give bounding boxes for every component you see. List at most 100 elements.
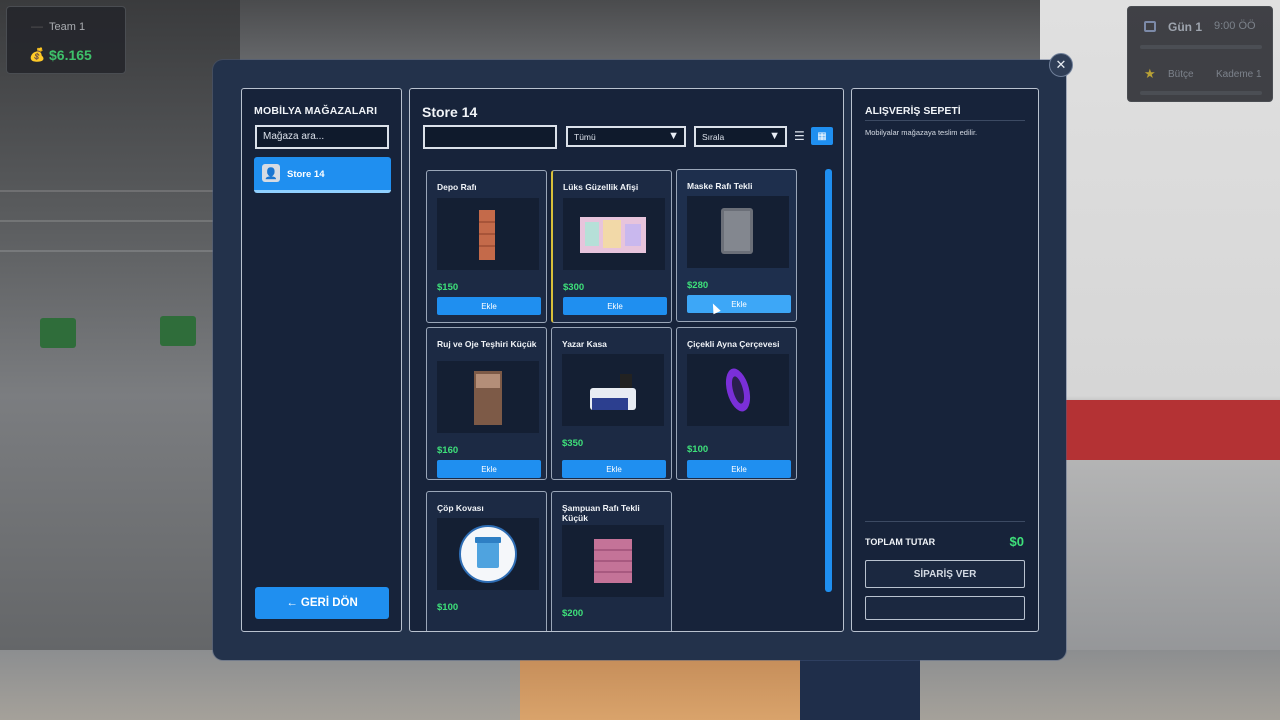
divider: [865, 120, 1025, 121]
product-card: Çiçekli Ayna Çerçevesi $100 Ekle: [676, 327, 797, 480]
budget-label: Bütçe: [1168, 69, 1194, 80]
team-name: Team 1: [49, 21, 86, 33]
product-image: [562, 525, 664, 597]
catalog-scrollbar[interactable]: [825, 169, 832, 592]
product-image: [562, 354, 664, 426]
product-card: Depo Rafı $150 Ekle: [426, 170, 547, 323]
store-item-label: Store 14: [287, 169, 325, 180]
close-button[interactable]: ✕: [1049, 53, 1073, 77]
store-icon: 👤: [262, 164, 280, 182]
product-name: Şampuan Rafı Tekli Küçük: [562, 503, 640, 523]
catalog-search-input[interactable]: [423, 125, 557, 149]
calendar-icon: [1144, 21, 1156, 32]
recycle-bin: [160, 316, 196, 346]
product-name: Yazar Kasa: [562, 339, 607, 349]
add-to-cart-button[interactable]: Ekle: [687, 460, 791, 478]
product-name: Ruj ve Oje Teşhiri Küçük: [437, 339, 537, 349]
product-name: Çiçekli Ayna Çerçevesi: [687, 339, 780, 349]
product-card: Ruj ve Oje Teşhiri Küçük $160 Ekle: [426, 327, 547, 480]
product-card: Yazar Kasa $350 Ekle: [551, 327, 672, 480]
grid-view-icon[interactable]: ▦: [811, 127, 833, 145]
product-price: $100: [437, 602, 459, 613]
product-name: Depo Rafı: [437, 182, 477, 192]
team-icon: —: [31, 19, 43, 33]
sort-dropdown[interactable]: Sırala ▼: [694, 126, 787, 147]
store-list-panel: MOBİLYA MAĞAZALARI Mağaza ara... 👤 Store…: [241, 88, 402, 632]
back-button[interactable]: ← GERİ DÖN: [255, 587, 389, 619]
add-to-cart-button[interactable]: Ekle: [687, 295, 791, 313]
product-card: Lüks Güzellik Afişi $300 Ekle: [551, 170, 672, 323]
add-to-cart-button[interactable]: Ekle: [563, 297, 667, 315]
level-label: Kademe 1: [1216, 69, 1262, 80]
left-wall: [0, 0, 240, 720]
product-image: [687, 196, 789, 268]
close-icon: ✕: [1055, 57, 1067, 72]
product-card: Çöp Kovası $100: [426, 491, 547, 631]
money-bag-icon: 💰: [29, 47, 46, 62]
storage-shelf-image: [479, 210, 495, 260]
time-label: 9:00 ÖÖ: [1214, 20, 1256, 32]
shampoo-shelf-image: [594, 539, 632, 583]
money-value: $6.165: [49, 47, 92, 63]
category-selected: Tümü: [574, 132, 596, 142]
product-price: $160: [437, 445, 459, 456]
wall-stripe: [0, 190, 240, 192]
cart-note: Mobilyalar mağazaya teslim edilir.: [865, 128, 978, 137]
beauty-poster-image: [580, 217, 646, 253]
trash-bin-image: [459, 525, 517, 583]
product-name: Lüks Güzellik Afişi: [563, 182, 639, 192]
store-item-store-14[interactable]: 👤 Store 14: [254, 157, 391, 193]
product-price: $150: [437, 282, 459, 293]
team-hud: — Team 1 💰 $6.165: [6, 6, 126, 74]
day-hud: Gün 1 9:00 ÖÖ ★ Bütçe Kademe 1: [1127, 6, 1273, 102]
list-view-icon[interactable]: ☰: [794, 129, 805, 143]
add-to-cart-button[interactable]: Ekle: [562, 460, 666, 478]
product-name: Çöp Kovası: [437, 503, 484, 513]
floor-tile: [520, 650, 800, 720]
product-price: $200: [562, 608, 584, 619]
wall-stripe: [0, 250, 240, 252]
dropdown-arrow-icon: ▼: [668, 130, 679, 142]
product-price: $300: [563, 282, 585, 293]
lipstick-display-image: [474, 371, 502, 425]
product-price: $100: [687, 444, 709, 455]
star-icon: ★: [1144, 66, 1156, 81]
product-card: Maske Rafı Tekli $280 Ekle: [676, 169, 797, 322]
day-progress-bar: [1140, 45, 1262, 49]
category-dropdown[interactable]: Tümü ▼: [566, 126, 686, 147]
place-order-button[interactable]: SİPARİŞ VER: [865, 560, 1025, 588]
product-card: Şampuan Rafı Tekli Küçük $200: [551, 491, 672, 631]
catalog-panel: Store 14 Tümü ▼ Sırala ▼ ☰ ▦ Depo Rafı $…: [409, 88, 844, 632]
dropdown-arrow-icon: ▼: [769, 130, 780, 142]
product-image: [437, 361, 539, 433]
total-value: $0: [1009, 534, 1024, 549]
product-image: [437, 518, 539, 590]
product-price: $350: [562, 438, 584, 449]
sort-selected: Sırala: [702, 132, 725, 142]
flower-mirror-image: [725, 368, 751, 412]
wall-stripe: [0, 220, 240, 222]
secondary-cart-button[interactable]: [865, 596, 1025, 620]
divider: [865, 521, 1025, 522]
store-search-input[interactable]: Mağaza ara...: [255, 125, 389, 149]
store-list-heading: MOBİLYA MAĞAZALARI: [254, 105, 378, 117]
product-image: [437, 198, 539, 270]
cart-heading: ALIŞVERİŞ SEPETİ: [865, 105, 961, 117]
catalog-title: Store 14: [422, 104, 478, 120]
total-label: TOPLAM TUTAR: [865, 537, 936, 547]
product-name: Maske Rafı Tekli: [687, 181, 753, 191]
mask-shelf-image: [721, 208, 753, 254]
product-image: [687, 354, 789, 426]
cash-register-image: [590, 374, 636, 410]
budget-progress-bar: [1140, 91, 1262, 95]
red-wall-band: [1040, 400, 1280, 460]
floor-dark: [800, 650, 920, 720]
recycle-bin: [40, 318, 76, 348]
add-to-cart-button[interactable]: Ekle: [437, 297, 541, 315]
day-label: Gün 1: [1168, 20, 1203, 34]
product-image: [563, 198, 665, 270]
cart-panel: ALIŞVERİŞ SEPETİ Mobilyalar mağazaya tes…: [851, 88, 1039, 632]
add-to-cart-button[interactable]: Ekle: [437, 460, 541, 478]
product-price: $280: [687, 280, 709, 291]
right-wall: [1040, 0, 1280, 720]
